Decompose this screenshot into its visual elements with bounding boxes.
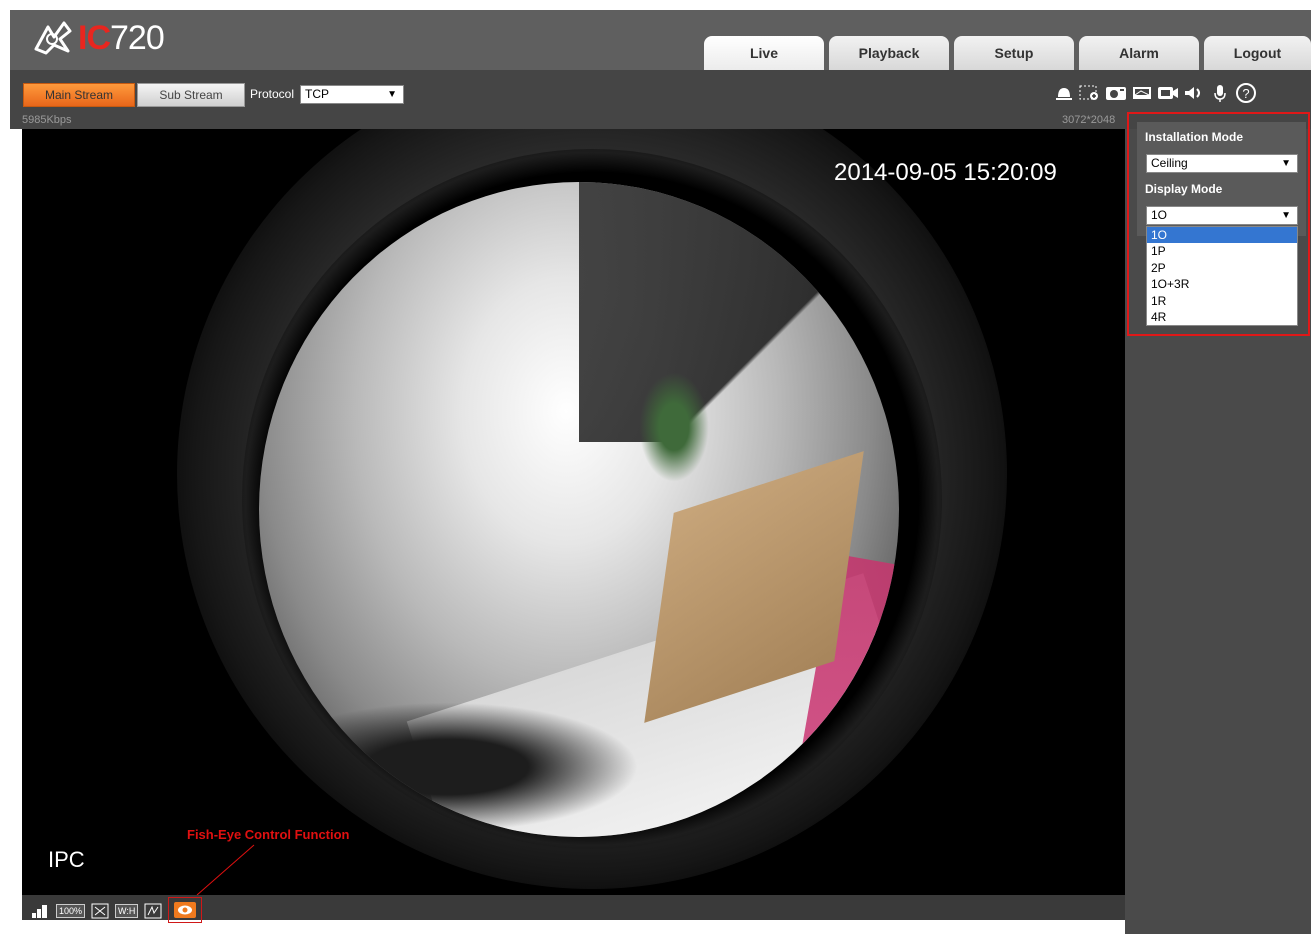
- zoom-region-icon[interactable]: [1079, 80, 1101, 106]
- protocol-value: TCP: [305, 87, 329, 101]
- original-size-label: 100%: [56, 903, 86, 918]
- display-mode-label: Display Mode: [1145, 182, 1223, 196]
- main-nav-tabs: Live Playback Setup Alarm Logout: [704, 36, 1311, 70]
- stream-toolbar: Main Stream Sub Stream Protocol TCP ▼ 59…: [10, 70, 1311, 129]
- fisheye-icon: [174, 902, 197, 918]
- tab-live[interactable]: Live: [704, 36, 824, 70]
- snapshot-icon[interactable]: [1105, 80, 1127, 106]
- tab-playback[interactable]: Playback: [829, 36, 949, 70]
- alarm-bell-icon[interactable]: [1053, 80, 1075, 106]
- triple-snapshot-icon[interactable]: [1131, 80, 1153, 106]
- main-stream-button[interactable]: Main Stream: [23, 83, 135, 107]
- display-mode-option[interactable]: 1O: [1147, 227, 1297, 244]
- dropdown-arrow-icon: ▼: [1281, 210, 1291, 221]
- fullscreen-icon[interactable]: [91, 902, 109, 920]
- logo-mark-icon: [34, 21, 72, 55]
- live-video-view[interactable]: 2014-09-05 15:20:09 IPC Fish-Eye Control…: [22, 129, 1125, 895]
- tab-setup[interactable]: Setup: [954, 36, 1074, 70]
- wh-ratio-icon[interactable]: W:H: [115, 902, 139, 920]
- wh-ratio-label: W:H: [115, 903, 139, 918]
- display-mode-option[interactable]: 2P: [1147, 260, 1297, 276]
- live-tool-icons: ?: [1053, 80, 1257, 106]
- protocol-label: Protocol: [250, 87, 295, 101]
- fisheye-button[interactable]: [168, 897, 203, 923]
- fisheye-image: [259, 182, 899, 837]
- microphone-icon[interactable]: [1209, 80, 1231, 106]
- display-mode-select[interactable]: 1O ▼: [1146, 206, 1298, 225]
- fisheye-annotation: Fish-Eye Control Function: [187, 827, 350, 842]
- logo-number-text: 720: [110, 18, 165, 57]
- bottom-tool-icons: 100% W:H: [30, 897, 203, 923]
- fisheye-dark-ceiling: [579, 182, 899, 442]
- top-header: IC 720 Live Playback Setup Alarm Logout: [10, 10, 1311, 70]
- display-mode-value: 1O: [1151, 208, 1168, 222]
- display-mode-option[interactable]: 1R: [1147, 293, 1297, 309]
- fisheye-chairs: [319, 702, 639, 832]
- dropdown-arrow-icon: ▼: [387, 89, 397, 100]
- fisheye-plant: [639, 372, 709, 482]
- rules-icon[interactable]: [144, 902, 162, 920]
- display-mode-option[interactable]: 4R: [1147, 309, 1297, 325]
- record-icon[interactable]: [1157, 80, 1179, 106]
- installation-mode-label: Installation Mode: [1145, 130, 1244, 144]
- installation-mode-select[interactable]: Ceiling ▼: [1146, 154, 1298, 173]
- tab-logout[interactable]: Logout: [1204, 36, 1311, 70]
- installation-mode-value: Ceiling: [1151, 156, 1188, 170]
- svg-text:?: ?: [1242, 86, 1249, 101]
- help-icon[interactable]: ?: [1235, 80, 1257, 106]
- fluency-icon[interactable]: [30, 902, 50, 920]
- logo-ic-text: IC: [78, 18, 111, 57]
- display-mode-options-list: 1O 1P 2P 1O+3R 1R 4R: [1146, 226, 1298, 327]
- osd-channel-label: IPC: [48, 847, 85, 872]
- sub-stream-button[interactable]: Sub Stream: [137, 83, 245, 107]
- protocol-select[interactable]: TCP ▼: [300, 85, 404, 104]
- brand-logo: IC 720: [30, 18, 165, 58]
- fisheye-settings-panel: Installation Mode Ceiling ▼ Display Mode…: [1127, 112, 1310, 336]
- resolution-readout: 3072*2048: [1062, 114, 1116, 126]
- video-bottom-bar: 100% W:H: [22, 895, 1125, 923]
- tab-alarm[interactable]: Alarm: [1079, 36, 1199, 70]
- dropdown-arrow-icon: ▼: [1281, 158, 1291, 169]
- display-mode-option[interactable]: 1O+3R: [1147, 276, 1297, 292]
- original-size-icon[interactable]: 100%: [56, 902, 86, 920]
- speaker-icon[interactable]: [1183, 80, 1205, 106]
- display-mode-option[interactable]: 1P: [1147, 243, 1297, 259]
- osd-timestamp: 2014-09-05 15:20:09: [834, 159, 1057, 186]
- bitrate-readout: 5985Kbps: [22, 114, 72, 126]
